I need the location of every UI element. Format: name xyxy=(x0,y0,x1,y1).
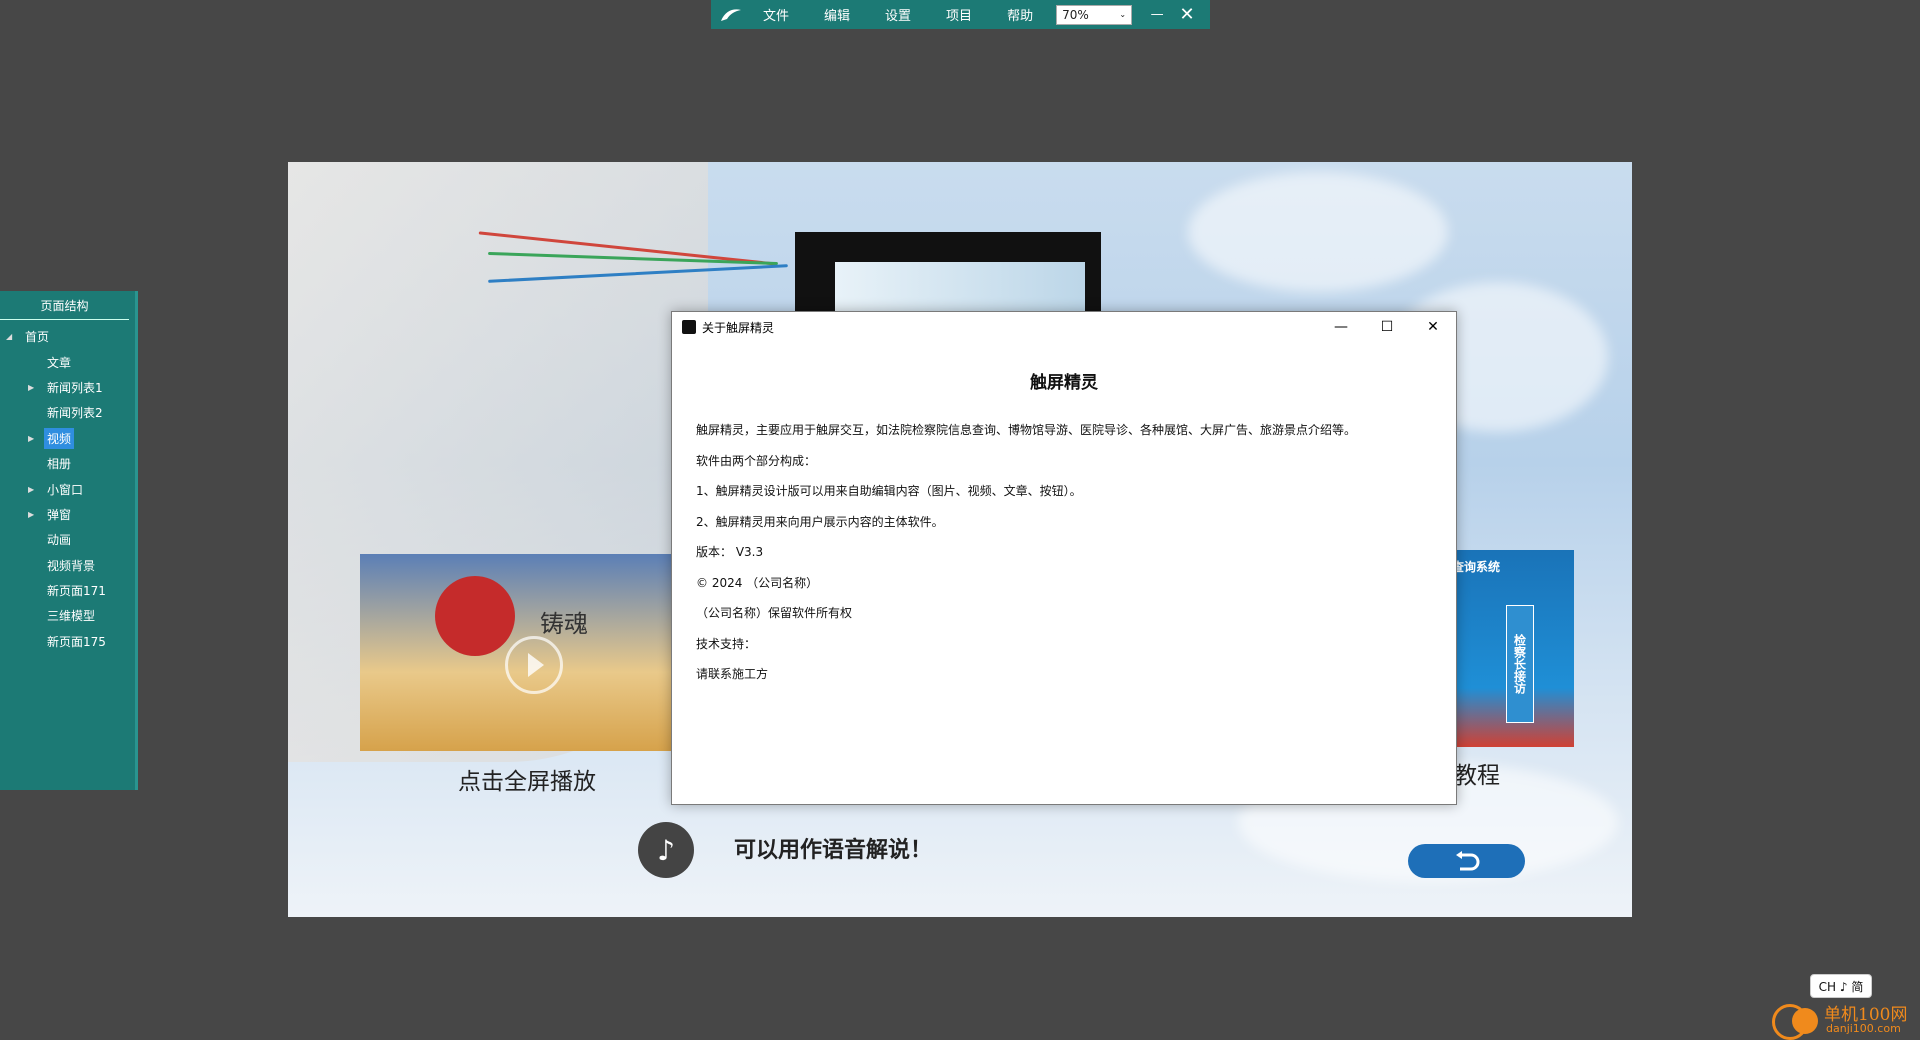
menu-project[interactable]: 项目 xyxy=(946,5,972,24)
card-text: 铸魂 xyxy=(540,610,588,638)
tree-item[interactable]: 新页面175 xyxy=(0,629,135,654)
maximize-icon[interactable]: ☐ xyxy=(1364,319,1410,335)
about-dialog: 关于触屏精灵 — ☐ ✕ 触屏精灵 触屏精灵，主要应用于触屏交互，如法院检察院信… xyxy=(671,311,1457,805)
right-caption: 教程 xyxy=(1454,763,1500,789)
dialog-heading: 触屏精灵 xyxy=(1030,373,1098,393)
card-tile: 检察长接访 xyxy=(1506,605,1534,723)
tree-item-label: 弹窗 xyxy=(47,507,72,522)
voice-caption: 可以用作语音解说！ xyxy=(734,837,933,863)
version-line: 版本： V3.3 xyxy=(696,545,764,559)
ime-indicator[interactable]: CH ♪ 简 xyxy=(1810,974,1872,998)
menu-edit[interactable]: 编辑 xyxy=(824,5,850,24)
tree-item[interactable]: ▶ 弹窗 xyxy=(0,502,135,527)
cloud-decoration xyxy=(1188,172,1448,292)
main-menu: 文件 编辑 设置 项目 帮助 xyxy=(763,5,1068,24)
copyright-line: © 2024 （公司名称） xyxy=(696,575,819,590)
tree-item-label: 三维模型 xyxy=(47,609,96,624)
tree-item[interactable]: 文章 xyxy=(0,349,135,374)
left-caption: 点击全屏播放 xyxy=(458,769,596,795)
support-label: 技术支持： xyxy=(696,636,757,651)
top-toolbar: 文件 编辑 设置 项目 帮助 70% ⌄ — ✕ xyxy=(711,0,1210,29)
close-icon: ✕ xyxy=(1179,4,1195,25)
tutorial-card[interactable]: 查询系统 检察长接访 xyxy=(1450,550,1574,747)
expand-arrow-icon[interactable]: ▶ xyxy=(28,510,34,519)
tree-item[interactable]: 相册 xyxy=(0,451,135,476)
tree-item-label: 首页 xyxy=(25,330,50,345)
tree-item[interactable]: 新闻列表2 xyxy=(0,400,135,425)
dialog-title: 关于触屏精灵 xyxy=(702,320,775,335)
tree-item-label: 文章 xyxy=(47,355,72,370)
tree-item[interactable]: 新页面171 xyxy=(0,578,135,603)
video-thumbnail[interactable] xyxy=(795,232,1101,322)
tree-item-label: 新闻列表1 xyxy=(47,380,103,395)
info-line: 1、触屏精灵设计版可以用来自助编辑内容（图片、视频、文章、按钮）。 xyxy=(696,484,1082,498)
expand-arrow-icon[interactable]: ▶ xyxy=(28,383,34,392)
video-card[interactable]: 铸魂 xyxy=(360,554,672,751)
watermark-dot-icon xyxy=(1792,1008,1818,1034)
collapse-arrow-icon[interactable]: ◢ xyxy=(6,332,12,341)
tree-item[interactable]: 动画 xyxy=(0,527,135,552)
tree-item-label: 视频背景 xyxy=(47,558,96,573)
card-header: 查询系统 xyxy=(1452,560,1501,574)
page-tree: ◢ 首页 文章 ▶ 新闻列表1 新闻列表2 ▶ 视频 相册 ▶ 小窗口 ▶ 弹窗 动画 … xyxy=(0,324,135,654)
minimize-icon[interactable]: — xyxy=(1318,319,1364,335)
expand-arrow-icon[interactable]: ▶ xyxy=(28,485,34,494)
tree-item-selected[interactable]: ▶ 视频 xyxy=(0,426,135,451)
watermark-url: danji100.com xyxy=(1826,1022,1901,1035)
zoom-select[interactable]: 70% ⌄ xyxy=(1056,4,1133,25)
back-arrow-icon xyxy=(1455,851,1479,871)
minimize-icon: — xyxy=(1150,7,1164,22)
chevron-down-icon: ⌄ xyxy=(1119,10,1127,19)
info-line: 触屏精灵，主要应用于触屏交互，如法院检察院信息查询、博物馆导游、医院导诊、各种展… xyxy=(696,423,1357,437)
tree-item[interactable]: 三维模型 xyxy=(0,603,135,628)
tree-item[interactable]: ▶ 小窗口 xyxy=(0,476,135,501)
tree-item-home[interactable]: ◢ 首页 xyxy=(0,324,135,349)
rights-line: （公司名称）保留软件所有权 xyxy=(696,606,853,620)
info-line: 2、触屏精灵用来向用户展示内容的主体软件。 xyxy=(696,514,944,529)
menu-settings[interactable]: 设置 xyxy=(885,5,911,24)
menu-help[interactable]: 帮助 xyxy=(1007,5,1033,24)
page-structure-panel: 页面结构 ◢ 首页 文章 ▶ 新闻列表1 新闻列表2 ▶ 视频 相册 ▶ 小窗口 ▶ 弹… xyxy=(0,291,138,790)
menu-file[interactable]: 文件 xyxy=(763,5,789,24)
tree-item[interactable]: ▶ 新闻列表1 xyxy=(0,375,135,400)
tree-item-label: 新闻列表2 xyxy=(47,406,103,421)
tree-item-label: 动画 xyxy=(47,533,72,548)
zoom-value: 70% xyxy=(1062,7,1089,22)
tree-item[interactable]: 视频背景 xyxy=(0,553,135,578)
app-icon xyxy=(682,320,696,334)
play-icon[interactable] xyxy=(505,636,563,694)
panel-title: 页面结构 xyxy=(0,291,129,320)
watermark-logo: 单机100网 danji100.com xyxy=(1772,1000,1920,1040)
info-line: 软件由两个部分构成： xyxy=(696,453,817,468)
tree-item-label: 新页面175 xyxy=(47,634,106,649)
close-icon[interactable]: ✕ xyxy=(1410,319,1456,335)
expand-arrow-icon[interactable]: ▶ xyxy=(28,434,34,443)
dialog-body: 触屏精灵 触屏精灵，主要应用于触屏交互，如法院检察院信息查询、博物馆导游、医院导… xyxy=(672,368,1456,682)
close-button[interactable]: ✕ xyxy=(1172,4,1202,25)
calligraphy-emblem xyxy=(435,576,515,656)
tree-item-label: 相册 xyxy=(47,457,72,472)
minimize-button[interactable]: — xyxy=(1142,7,1172,22)
tree-item-label: 新页面171 xyxy=(47,584,106,599)
music-note-icon[interactable]: ♪ xyxy=(638,822,694,878)
support-value: 请联系施工方 xyxy=(696,667,769,681)
tree-item-label: 视频 xyxy=(44,427,75,449)
back-button[interactable] xyxy=(1408,844,1525,878)
tree-item-label: 小窗口 xyxy=(47,482,84,497)
dialog-titlebar: 关于触屏精灵 — ☐ ✕ xyxy=(672,312,1456,342)
app-logo-icon xyxy=(719,4,747,26)
